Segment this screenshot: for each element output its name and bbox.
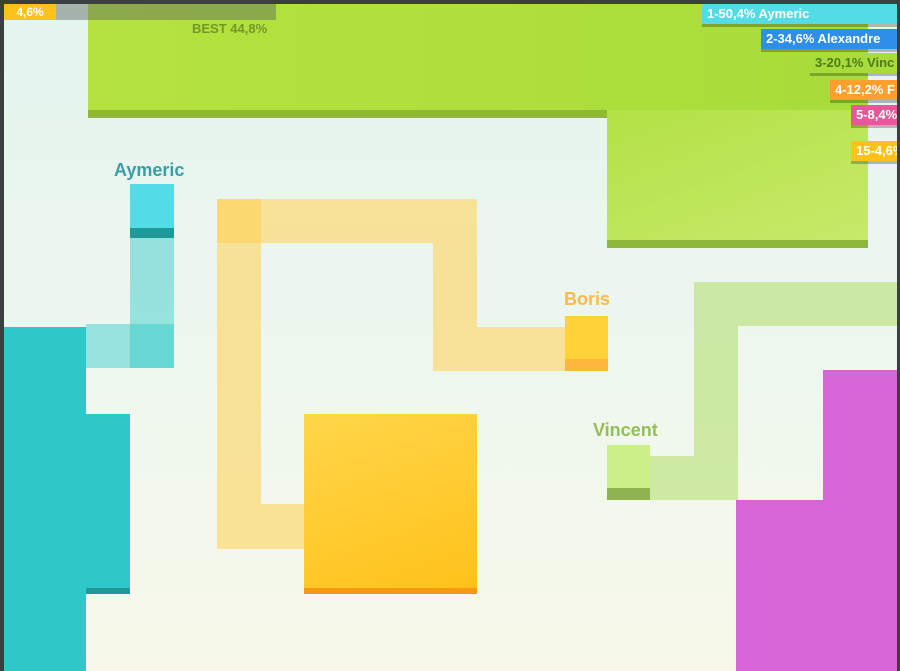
boris-territory [304,414,477,588]
aymeric-player-shadow [130,228,174,238]
boris-trail [261,504,304,549]
aymeric-trail [86,324,174,368]
leaderboard-row-2: 2-34,6% Alexandre [761,29,897,49]
aymeric-name: Aymeric [114,160,185,180]
boris-trail [217,199,261,549]
boris-trail [477,327,565,371]
aymeric-territory [86,414,130,588]
game-board[interactable]: BEST 44,8% 4,6% Aymeric Boris Vincent 1-… [4,4,897,671]
best-score-label: BEST 44,8% [192,21,268,36]
leaderboard-row-5: 5-8,4% [851,105,897,125]
boris-trail [217,199,477,243]
my-percent-badge: 4,6% [4,4,56,20]
leaderboard-row-6: 15-4,6% [851,141,897,161]
green-territory-edge [607,240,868,248]
aymeric-player-block [130,184,174,228]
vincent-trail [694,326,738,500]
boris-player-shadow [565,359,608,371]
pink-territory [823,370,897,671]
green-territory-edge [88,110,607,118]
leaderboard-row-1: 1-50,4% Aymeric [702,4,897,24]
leaderboard-row-4: 4-12,2% F [830,80,897,100]
green-territory [607,110,868,240]
leaderboard-row-3: 3-20,1% Vinc [810,53,897,73]
vincent-trail [694,282,897,326]
vincent-trail [650,456,694,500]
aymeric-territory [4,327,86,671]
boris-name: Boris [564,289,611,309]
boris-territory-edge [304,588,477,594]
pink-territory [736,500,823,671]
vincent-player-shadow [607,488,650,500]
aymeric-territory-edge [86,588,130,594]
boris-player-block [565,316,608,359]
boris-trail [433,243,477,371]
vincent-name: Vincent [593,420,658,440]
vincent-player-block [607,445,650,488]
